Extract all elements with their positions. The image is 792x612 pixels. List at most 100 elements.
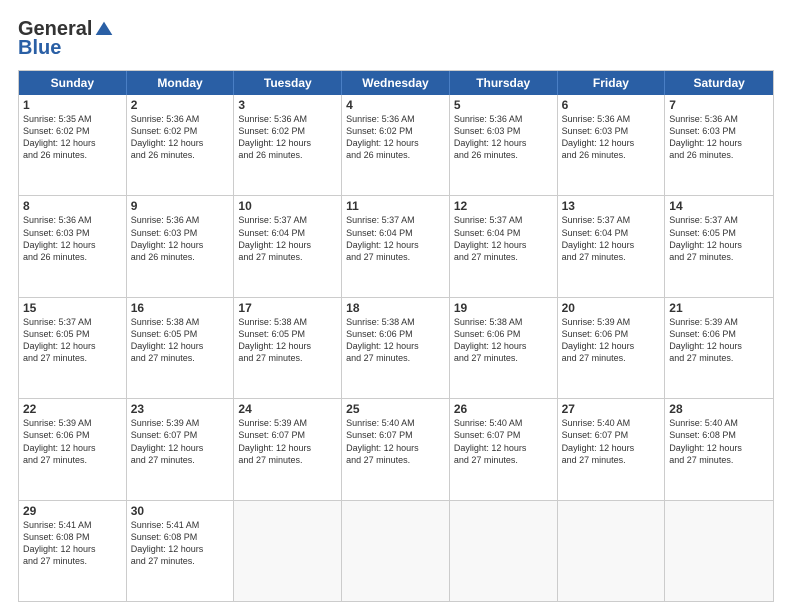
day-info: Sunrise: 5:39 AM Sunset: 6:06 PM Dayligh… <box>23 417 122 466</box>
cal-cell <box>665 501 773 601</box>
cal-cell: 12Sunrise: 5:37 AM Sunset: 6:04 PM Dayli… <box>450 196 558 296</box>
day-number: 27 <box>562 402 661 416</box>
cal-cell: 15Sunrise: 5:37 AM Sunset: 6:05 PM Dayli… <box>19 298 127 398</box>
day-number: 29 <box>23 504 122 518</box>
day-info: Sunrise: 5:39 AM Sunset: 6:06 PM Dayligh… <box>669 316 769 365</box>
day-info: Sunrise: 5:36 AM Sunset: 6:03 PM Dayligh… <box>562 113 661 162</box>
cal-cell: 6Sunrise: 5:36 AM Sunset: 6:03 PM Daylig… <box>558 95 666 195</box>
cal-header-friday: Friday <box>558 71 666 95</box>
logo-icon <box>94 20 114 40</box>
cal-cell: 21Sunrise: 5:39 AM Sunset: 6:06 PM Dayli… <box>665 298 773 398</box>
day-number: 21 <box>669 301 769 315</box>
day-info: Sunrise: 5:38 AM Sunset: 6:06 PM Dayligh… <box>346 316 445 365</box>
calendar-week-3: 15Sunrise: 5:37 AM Sunset: 6:05 PM Dayli… <box>19 298 773 399</box>
day-number: 17 <box>238 301 337 315</box>
cal-header-monday: Monday <box>127 71 235 95</box>
cal-cell: 16Sunrise: 5:38 AM Sunset: 6:05 PM Dayli… <box>127 298 235 398</box>
cal-cell: 2Sunrise: 5:36 AM Sunset: 6:02 PM Daylig… <box>127 95 235 195</box>
cal-cell: 17Sunrise: 5:38 AM Sunset: 6:05 PM Dayli… <box>234 298 342 398</box>
day-number: 7 <box>669 98 769 112</box>
cal-cell: 29Sunrise: 5:41 AM Sunset: 6:08 PM Dayli… <box>19 501 127 601</box>
day-number: 28 <box>669 402 769 416</box>
calendar-week-4: 22Sunrise: 5:39 AM Sunset: 6:06 PM Dayli… <box>19 399 773 500</box>
day-info: Sunrise: 5:39 AM Sunset: 6:06 PM Dayligh… <box>562 316 661 365</box>
day-number: 26 <box>454 402 553 416</box>
day-info: Sunrise: 5:36 AM Sunset: 6:03 PM Dayligh… <box>23 214 122 263</box>
calendar-week-1: 1Sunrise: 5:35 AM Sunset: 6:02 PM Daylig… <box>19 95 773 196</box>
cal-cell: 14Sunrise: 5:37 AM Sunset: 6:05 PM Dayli… <box>665 196 773 296</box>
day-number: 24 <box>238 402 337 416</box>
header: General Blue <box>18 18 774 60</box>
cal-cell: 22Sunrise: 5:39 AM Sunset: 6:06 PM Dayli… <box>19 399 127 499</box>
day-number: 30 <box>131 504 230 518</box>
cal-cell: 27Sunrise: 5:40 AM Sunset: 6:07 PM Dayli… <box>558 399 666 499</box>
day-info: Sunrise: 5:37 AM Sunset: 6:05 PM Dayligh… <box>23 316 122 365</box>
cal-cell: 23Sunrise: 5:39 AM Sunset: 6:07 PM Dayli… <box>127 399 235 499</box>
cal-cell: 26Sunrise: 5:40 AM Sunset: 6:07 PM Dayli… <box>450 399 558 499</box>
cal-cell <box>234 501 342 601</box>
day-number: 5 <box>454 98 553 112</box>
page: General Blue SundayMondayTuesdayWednesda… <box>0 0 792 612</box>
day-number: 22 <box>23 402 122 416</box>
cal-header-saturday: Saturday <box>665 71 773 95</box>
day-info: Sunrise: 5:37 AM Sunset: 6:04 PM Dayligh… <box>346 214 445 263</box>
cal-cell: 20Sunrise: 5:39 AM Sunset: 6:06 PM Dayli… <box>558 298 666 398</box>
day-info: Sunrise: 5:40 AM Sunset: 6:07 PM Dayligh… <box>562 417 661 466</box>
day-info: Sunrise: 5:41 AM Sunset: 6:08 PM Dayligh… <box>23 519 122 568</box>
cal-header-tuesday: Tuesday <box>234 71 342 95</box>
day-info: Sunrise: 5:35 AM Sunset: 6:02 PM Dayligh… <box>23 113 122 162</box>
cal-cell: 7Sunrise: 5:36 AM Sunset: 6:03 PM Daylig… <box>665 95 773 195</box>
cal-cell: 18Sunrise: 5:38 AM Sunset: 6:06 PM Dayli… <box>342 298 450 398</box>
day-number: 9 <box>131 199 230 213</box>
cal-cell: 19Sunrise: 5:38 AM Sunset: 6:06 PM Dayli… <box>450 298 558 398</box>
cal-cell: 4Sunrise: 5:36 AM Sunset: 6:02 PM Daylig… <box>342 95 450 195</box>
cal-header-thursday: Thursday <box>450 71 558 95</box>
day-info: Sunrise: 5:36 AM Sunset: 6:02 PM Dayligh… <box>346 113 445 162</box>
day-number: 16 <box>131 301 230 315</box>
day-info: Sunrise: 5:36 AM Sunset: 6:02 PM Dayligh… <box>238 113 337 162</box>
day-number: 11 <box>346 199 445 213</box>
day-number: 1 <box>23 98 122 112</box>
cal-cell <box>558 501 666 601</box>
day-info: Sunrise: 5:36 AM Sunset: 6:03 PM Dayligh… <box>454 113 553 162</box>
day-number: 23 <box>131 402 230 416</box>
calendar-header: SundayMondayTuesdayWednesdayThursdayFrid… <box>19 71 773 95</box>
day-info: Sunrise: 5:36 AM Sunset: 6:02 PM Dayligh… <box>131 113 230 162</box>
cal-cell: 28Sunrise: 5:40 AM Sunset: 6:08 PM Dayli… <box>665 399 773 499</box>
cal-cell: 24Sunrise: 5:39 AM Sunset: 6:07 PM Dayli… <box>234 399 342 499</box>
day-number: 18 <box>346 301 445 315</box>
day-info: Sunrise: 5:40 AM Sunset: 6:07 PM Dayligh… <box>346 417 445 466</box>
day-info: Sunrise: 5:38 AM Sunset: 6:06 PM Dayligh… <box>454 316 553 365</box>
calendar-week-5: 29Sunrise: 5:41 AM Sunset: 6:08 PM Dayli… <box>19 501 773 601</box>
cal-cell: 5Sunrise: 5:36 AM Sunset: 6:03 PM Daylig… <box>450 95 558 195</box>
cal-cell <box>450 501 558 601</box>
calendar-body: 1Sunrise: 5:35 AM Sunset: 6:02 PM Daylig… <box>19 95 773 601</box>
cal-cell: 1Sunrise: 5:35 AM Sunset: 6:02 PM Daylig… <box>19 95 127 195</box>
day-number: 12 <box>454 199 553 213</box>
day-number: 10 <box>238 199 337 213</box>
day-info: Sunrise: 5:39 AM Sunset: 6:07 PM Dayligh… <box>238 417 337 466</box>
day-info: Sunrise: 5:38 AM Sunset: 6:05 PM Dayligh… <box>131 316 230 365</box>
day-number: 19 <box>454 301 553 315</box>
cal-cell: 25Sunrise: 5:40 AM Sunset: 6:07 PM Dayli… <box>342 399 450 499</box>
day-info: Sunrise: 5:40 AM Sunset: 6:07 PM Dayligh… <box>454 417 553 466</box>
day-info: Sunrise: 5:37 AM Sunset: 6:04 PM Dayligh… <box>562 214 661 263</box>
day-info: Sunrise: 5:37 AM Sunset: 6:05 PM Dayligh… <box>669 214 769 263</box>
day-info: Sunrise: 5:39 AM Sunset: 6:07 PM Dayligh… <box>131 417 230 466</box>
day-info: Sunrise: 5:37 AM Sunset: 6:04 PM Dayligh… <box>454 214 553 263</box>
day-info: Sunrise: 5:38 AM Sunset: 6:05 PM Dayligh… <box>238 316 337 365</box>
cal-header-wednesday: Wednesday <box>342 71 450 95</box>
day-info: Sunrise: 5:37 AM Sunset: 6:04 PM Dayligh… <box>238 214 337 263</box>
cal-cell: 9Sunrise: 5:36 AM Sunset: 6:03 PM Daylig… <box>127 196 235 296</box>
calendar-week-2: 8Sunrise: 5:36 AM Sunset: 6:03 PM Daylig… <box>19 196 773 297</box>
logo-blue-text: Blue <box>18 37 61 60</box>
day-number: 14 <box>669 199 769 213</box>
cal-cell: 30Sunrise: 5:41 AM Sunset: 6:08 PM Dayli… <box>127 501 235 601</box>
day-info: Sunrise: 5:36 AM Sunset: 6:03 PM Dayligh… <box>669 113 769 162</box>
cal-cell: 11Sunrise: 5:37 AM Sunset: 6:04 PM Dayli… <box>342 196 450 296</box>
cal-cell: 8Sunrise: 5:36 AM Sunset: 6:03 PM Daylig… <box>19 196 127 296</box>
day-number: 6 <box>562 98 661 112</box>
day-info: Sunrise: 5:41 AM Sunset: 6:08 PM Dayligh… <box>131 519 230 568</box>
day-number: 8 <box>23 199 122 213</box>
day-number: 13 <box>562 199 661 213</box>
